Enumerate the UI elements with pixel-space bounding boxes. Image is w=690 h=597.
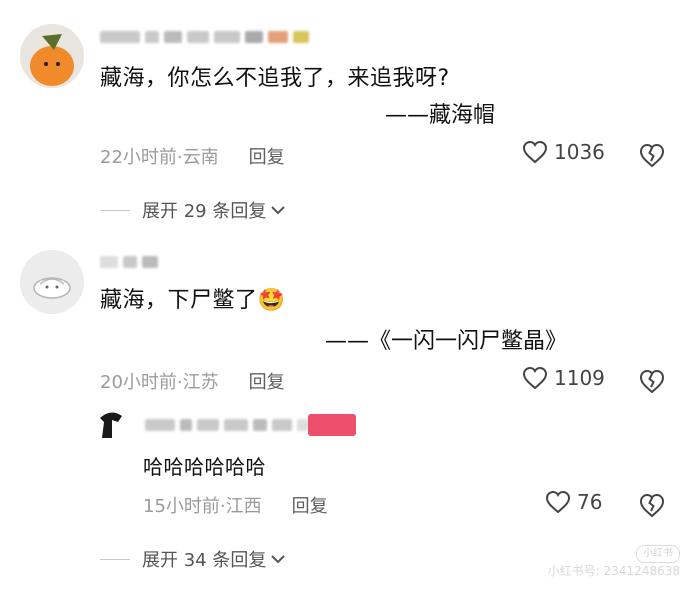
watermark: 小红书 小红书号: 2341248638 bbox=[548, 544, 680, 579]
avatar[interactable] bbox=[20, 250, 84, 314]
divider-line bbox=[100, 558, 130, 560]
like-count: 1036 bbox=[554, 140, 605, 164]
like-count: 76 bbox=[577, 490, 603, 514]
expand-replies-label: 展开 34 条回复 bbox=[142, 550, 267, 571]
comment-text: 藏海，你怎么不追我了，来追我呀? bbox=[100, 66, 450, 91]
time-location: 20小时前·江苏 bbox=[100, 372, 219, 393]
chevron-down-icon bbox=[271, 206, 286, 215]
broken-heart-icon[interactable] bbox=[638, 492, 666, 518]
like-count: 1109 bbox=[554, 366, 605, 390]
avatar[interactable] bbox=[96, 408, 126, 440]
heart-icon bbox=[522, 140, 548, 164]
heart-icon bbox=[522, 366, 548, 390]
reply-meta: 15小时前·江西 回复 bbox=[143, 492, 328, 518]
like-button[interactable]: 76 bbox=[545, 490, 602, 514]
avatar[interactable] bbox=[20, 24, 84, 88]
reply-button[interactable]: 回复 bbox=[249, 143, 285, 169]
expand-replies-label: 展开 29 条回复 bbox=[142, 201, 267, 222]
comment-signature: ——《一闪一闪尸鳖晶》 bbox=[325, 329, 568, 354]
time-location: 22小时前·云南 bbox=[100, 147, 219, 168]
star-eyes-emoji: 🤩 bbox=[257, 288, 286, 313]
user-badge bbox=[308, 414, 356, 436]
username-blurred[interactable] bbox=[100, 255, 158, 269]
comment-signature: ——藏海帽 bbox=[385, 103, 496, 128]
avatar-image bbox=[20, 24, 84, 88]
watermark-id: 小红书号: 2341248638 bbox=[547, 564, 680, 578]
comment-meta: 20小时前·江苏 回复 bbox=[100, 368, 285, 394]
avatar-image bbox=[20, 250, 84, 314]
like-button[interactable]: 1036 bbox=[522, 140, 605, 164]
broken-heart-icon[interactable] bbox=[638, 368, 666, 394]
divider-line bbox=[100, 209, 130, 211]
username-blurred[interactable] bbox=[145, 418, 326, 432]
comment-meta: 22小时前·云南 回复 bbox=[100, 143, 285, 169]
reply-button[interactable]: 回复 bbox=[292, 492, 328, 518]
username-blurred[interactable] bbox=[100, 30, 309, 44]
broken-heart-icon[interactable] bbox=[638, 142, 666, 168]
avatar-image bbox=[96, 408, 126, 440]
expand-replies-button[interactable]: 展开 29 条回复 bbox=[100, 197, 286, 223]
expand-replies-button[interactable]: 展开 34 条回复 bbox=[100, 546, 286, 572]
comment-section: 藏海，你怎么不追我了，来追我呀? ——藏海帽 22小时前·云南 回复 1036 … bbox=[0, 0, 690, 597]
comment-text: 藏海，下尸鳖了🤩 bbox=[100, 286, 285, 316]
like-button[interactable]: 1109 bbox=[522, 366, 605, 390]
comment-text-body: 藏海，下尸鳖了 bbox=[100, 288, 258, 313]
heart-icon bbox=[545, 490, 571, 514]
reply-text: 哈哈哈哈哈哈 bbox=[143, 455, 266, 479]
reply-button[interactable]: 回复 bbox=[249, 368, 285, 394]
watermark-logo: 小红书 bbox=[636, 545, 680, 563]
time-location: 15小时前·江西 bbox=[143, 496, 262, 517]
chevron-down-icon bbox=[271, 555, 286, 564]
